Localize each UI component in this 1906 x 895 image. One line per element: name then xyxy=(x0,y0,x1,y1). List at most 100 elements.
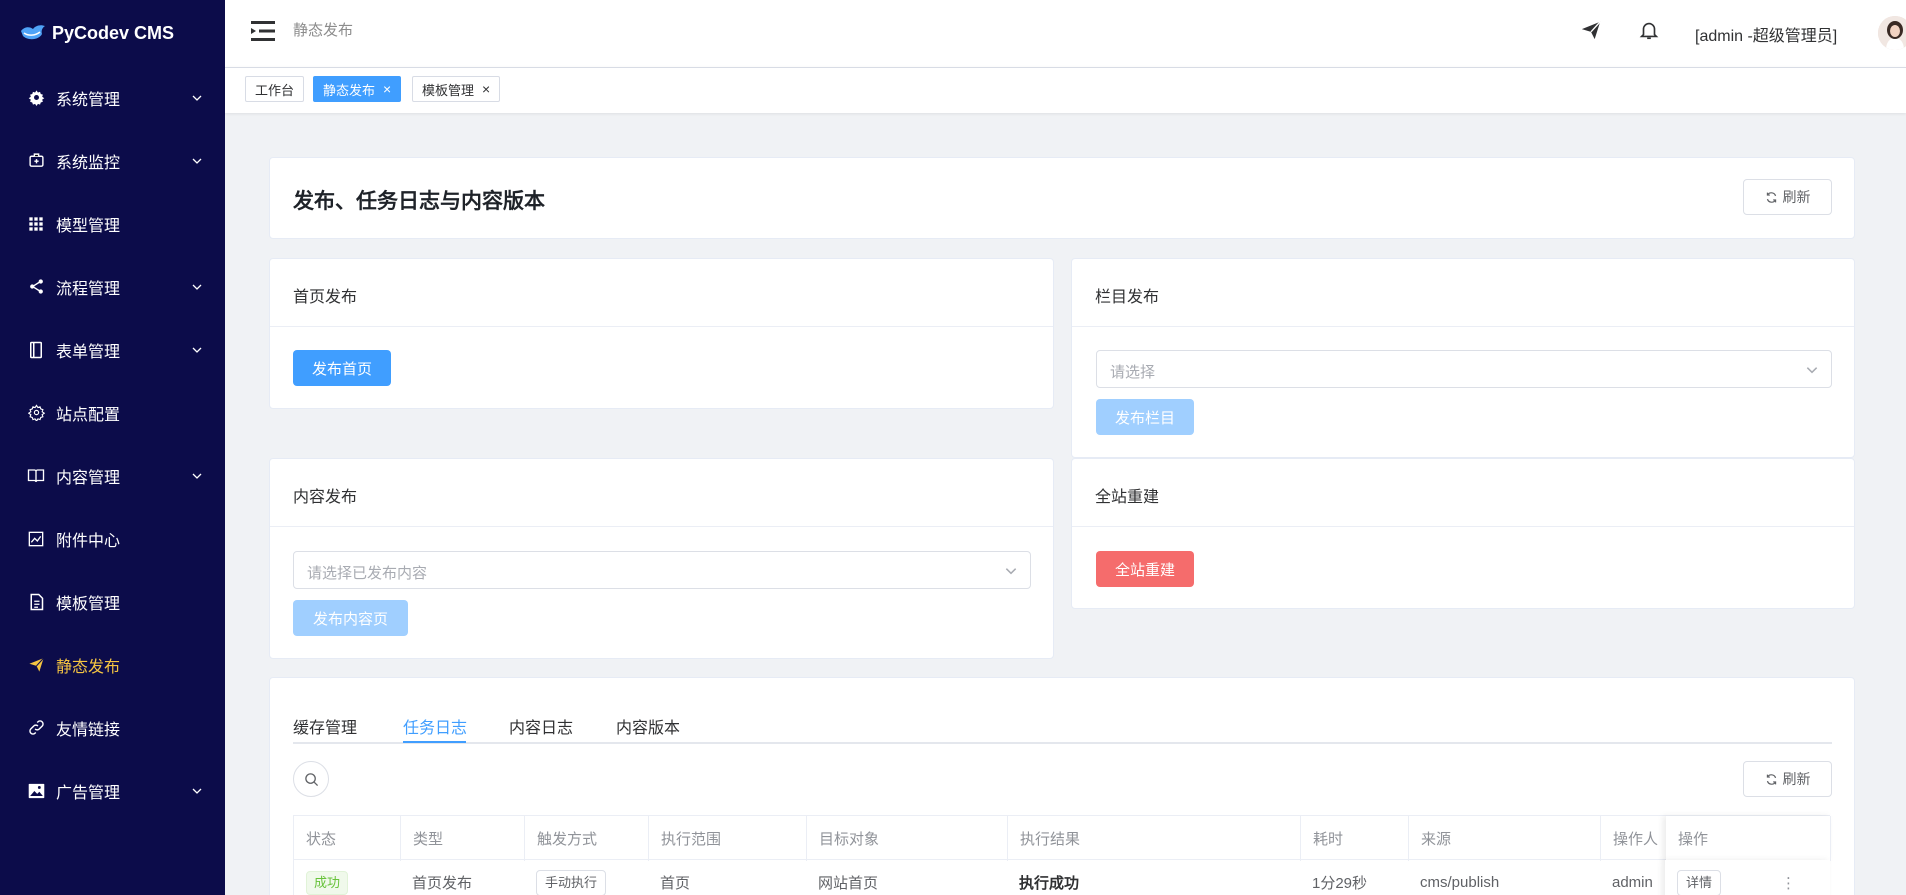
page-scrollbar[interactable] xyxy=(1901,113,1906,895)
bell-icon[interactable] xyxy=(1638,19,1660,41)
sidebar-item-attachments[interactable]: 附件中心 xyxy=(0,507,225,570)
picture-icon xyxy=(26,781,46,801)
sidebar-item-monitor[interactable]: 系统监控 xyxy=(0,129,225,192)
duration-cell: 1分29秒 xyxy=(1312,875,1368,892)
tag-workbench[interactable]: 工作台 xyxy=(245,76,305,102)
sidebar-item-workflow[interactable]: 流程管理 xyxy=(0,255,225,318)
rebuild-site-button[interactable]: 全站重建 xyxy=(1096,551,1194,587)
tab-cache[interactable]: 缓存管理 xyxy=(293,714,357,738)
chevron-down-icon xyxy=(192,788,202,794)
column-header: 耗时 xyxy=(1301,816,1409,861)
trigger-badge: 手动执行 xyxy=(536,869,607,895)
tab-content-log[interactable]: 内容日志 xyxy=(509,714,573,738)
sidebar-item-label: 模型管理 xyxy=(56,217,121,235)
refresh-label: 刷新 xyxy=(1782,771,1811,787)
refresh-icon xyxy=(1766,191,1776,203)
gear-icon xyxy=(26,88,46,108)
monitor-icon xyxy=(26,151,46,171)
search-button[interactable] xyxy=(293,761,329,797)
column-select[interactable]: 请选择 xyxy=(1096,350,1832,388)
column-publish-card: 栏目发布 请选择 发布栏目 xyxy=(1071,258,1855,458)
sidebar-item-label: 附件中心 xyxy=(56,532,121,550)
target-cell: 网站首页 xyxy=(818,875,879,892)
sidebar-item-label: 友情链接 xyxy=(56,721,121,739)
result-cell: 执行成功 xyxy=(1019,875,1080,892)
tag-template-manage[interactable]: 模板管理 × xyxy=(412,76,501,102)
sidebar: PyCodev CMS 系统管理 系统监控 模型管理 流程管理 表单管理 站点配… xyxy=(0,0,225,895)
tab-task-log[interactable]: 任务日志 xyxy=(403,714,467,738)
refresh-button[interactable]: 刷新 xyxy=(1743,179,1832,215)
sidebar-item-label: 站点配置 xyxy=(56,406,121,424)
tab-content-version[interactable]: 内容版本 xyxy=(616,714,680,738)
content-select[interactable]: 请选择已发布内容 xyxy=(293,551,1031,589)
tag-static-publish[interactable]: 静态发布 × xyxy=(313,76,402,102)
menu-toggle-icon[interactable] xyxy=(251,20,275,42)
active-tab-indicator xyxy=(403,741,466,743)
publish-home-button[interactable]: 发布首页 xyxy=(293,350,391,386)
close-icon[interactable]: × xyxy=(383,82,391,96)
sidebar-item-site-config[interactable]: 站点配置 xyxy=(0,381,225,444)
send-icon xyxy=(26,655,46,675)
share-icon xyxy=(26,277,46,297)
sidebar-item-system[interactable]: 系统管理 xyxy=(0,66,225,129)
scope-cell: 首页 xyxy=(660,875,691,892)
action-cell: 详情 ⋮ xyxy=(1665,860,1830,895)
fixed-action-column: 详情 ⋮ xyxy=(1665,860,1830,895)
tag-label: 工作台 xyxy=(255,82,295,98)
avatar[interactable] xyxy=(1878,16,1906,50)
content-publish-card: 内容发布 请选择已发布内容 发布内容页 xyxy=(269,458,1054,659)
sidebar-item-ads[interactable]: 广告管理 xyxy=(0,759,225,822)
send-icon[interactable] xyxy=(1580,19,1602,41)
trigger-cell: 手动执行 xyxy=(524,860,648,895)
sidebar-item-forms[interactable]: 表单管理 xyxy=(0,318,225,381)
sidebar-item-label: 广告管理 xyxy=(56,784,121,802)
column-header: 状态 xyxy=(294,816,401,861)
card-title: 内容发布 xyxy=(270,459,1053,527)
sidebar-item-models[interactable]: 模型管理 xyxy=(0,192,225,255)
breadcrumb[interactable]: 静态发布 xyxy=(293,19,353,40)
chevron-down-icon xyxy=(192,347,202,353)
logs-refresh-button[interactable]: 刷新 xyxy=(1743,761,1832,797)
card-title: 全站重建 xyxy=(1072,459,1854,527)
app-title: PyCodev CMS xyxy=(52,22,175,43)
tag-label: 模板管理 xyxy=(422,82,475,98)
sidebar-item-templates[interactable]: 模板管理 xyxy=(0,570,225,633)
column-header: 执行结果 xyxy=(1008,816,1301,861)
select-placeholder: 请选择 xyxy=(1110,364,1156,381)
close-icon[interactable]: × xyxy=(482,82,490,96)
search-icon xyxy=(304,772,318,786)
sidebar-menu: 系统管理 系统监控 模型管理 流程管理 表单管理 站点配置 内容管理 附件中心 … xyxy=(0,66,225,822)
sidebar-item-label: 表单管理 xyxy=(56,343,121,361)
button-label: 全站重建 xyxy=(1114,561,1175,579)
card-title: 首页发布 xyxy=(270,259,1053,327)
settings-icon xyxy=(26,403,46,423)
sidebar-item-links[interactable]: 友情链接 xyxy=(0,696,225,759)
button-label: 发布内容页 xyxy=(312,610,388,628)
sidebar-item-label: 系统监控 xyxy=(56,154,121,172)
more-icon[interactable]: ⋮ xyxy=(1781,874,1796,892)
tag-label: 静态发布 xyxy=(323,82,376,98)
document-icon xyxy=(26,592,46,612)
button-label: 发布首页 xyxy=(311,360,372,378)
top-header: 静态发布 [admin -超级管理员] xyxy=(225,0,1906,67)
source-cell: cms/publish xyxy=(1420,874,1500,891)
chevron-down-icon xyxy=(192,284,202,290)
status-cell: 成功 xyxy=(293,860,400,895)
sidebar-item-static-publish[interactable]: 静态发布 xyxy=(0,633,225,696)
card-title: 栏目发布 xyxy=(1072,259,1854,327)
logs-card: 缓存管理 任务日志 内容日志 内容版本 刷新 状态 类型 触发方式 执行范围 目… xyxy=(269,677,1855,895)
detail-button[interactable]: 详情 xyxy=(1677,869,1722,895)
sidebar-item-content[interactable]: 内容管理 xyxy=(0,444,225,507)
page-title: 发布、任务日志与内容版本 xyxy=(293,190,545,213)
sidebar-item-label: 内容管理 xyxy=(56,469,121,487)
chart-icon xyxy=(26,529,46,549)
chevron-down-icon xyxy=(192,473,202,479)
publish-content-button[interactable]: 发布内容页 xyxy=(293,600,408,636)
publish-column-button[interactable]: 发布栏目 xyxy=(1096,399,1194,435)
chevron-down-icon xyxy=(192,158,202,164)
table-header: 状态 类型 触发方式 执行范围 目标对象 执行结果 耗时 来源 操作人 操作 xyxy=(293,815,1831,861)
user-name[interactable]: [admin -超级管理员] xyxy=(1695,22,1837,46)
app-logo[interactable]: PyCodev CMS xyxy=(0,0,225,66)
refresh-label: 刷新 xyxy=(1782,189,1811,205)
chevron-down-icon xyxy=(1806,367,1818,374)
